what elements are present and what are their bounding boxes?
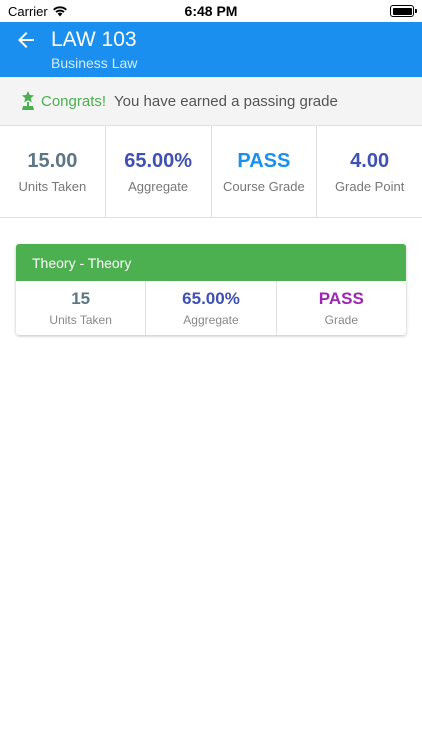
battery-icon — [390, 5, 417, 17]
component-grade: PASS Grade — [277, 281, 406, 335]
congrats-message: You have earned a passing grade — [114, 92, 338, 110]
course-summary: 15.00 Units Taken 65.00% Aggregate PASS … — [0, 126, 422, 218]
component-aggregate: 65.00% Aggregate — [146, 281, 277, 335]
trophy-icon — [20, 91, 36, 111]
component-grade-value: PASS — [318, 289, 364, 308]
component-card-body: 15 Units Taken 65.00% Aggregate PASS Gra… — [16, 281, 406, 335]
summary-aggregate-label: Aggregate — [128, 178, 189, 194]
component-units: 15 Units Taken — [16, 281, 147, 335]
course-name: Business Law — [51, 55, 138, 71]
component-card-theory[interactable]: Theory - Theory 15 Units Taken 65.00% Ag… — [16, 244, 406, 335]
summary-aggregate: 65.00% Aggregate — [106, 126, 212, 217]
summary-aggregate-value: 65.00% — [124, 149, 193, 172]
wifi-icon — [52, 5, 68, 17]
summary-units-value: 15.00 — [27, 149, 78, 172]
summary-units-label: Units Taken — [18, 178, 87, 194]
status-left: Carrier — [8, 4, 68, 19]
summary-grade-point: 4.00 Grade Point — [317, 126, 422, 217]
congrats-banner: Congrats! You have earned a passing grad… — [0, 77, 422, 126]
app-header: LAW 103 Business Law — [0, 22, 422, 77]
summary-grade-point-value: 4.00 — [350, 149, 390, 172]
summary-course-grade-value: PASS — [237, 149, 291, 172]
summary-grade-point-label: Grade Point — [334, 178, 405, 194]
course-code: LAW 103 — [51, 28, 137, 51]
component-units-value: 15 — [71, 289, 91, 308]
summary-units: 15.00 Units Taken — [0, 126, 106, 217]
component-aggregate-label: Aggregate — [183, 313, 239, 327]
congrats-title: Congrats! — [41, 92, 107, 110]
component-grade-label: Grade — [324, 313, 358, 327]
status-bar: Carrier 6:48 PM — [0, 0, 422, 22]
arrow-left-icon[interactable] — [14, 28, 38, 52]
carrier-label: Carrier — [8, 3, 48, 19]
component-aggregate-value: 65.00% — [182, 289, 240, 308]
summary-course-grade-label: Course Grade — [223, 178, 305, 194]
component-card-header: Theory - Theory — [16, 244, 406, 281]
summary-course-grade: PASS Course Grade — [212, 126, 318, 217]
component-units-label: Units Taken — [49, 313, 112, 327]
